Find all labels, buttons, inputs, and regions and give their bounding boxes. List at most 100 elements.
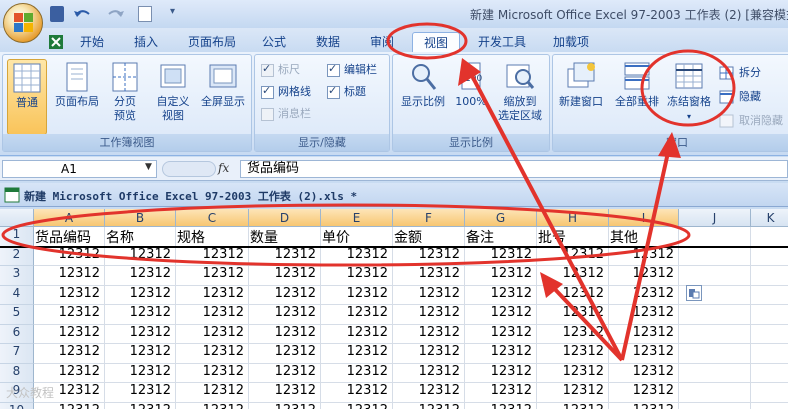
table-cell[interactable] [751,286,788,305]
table-cell[interactable]: 12312 [537,383,609,403]
header-cell[interactable]: 单价 [321,227,393,247]
row-header[interactable]: 10 [0,402,34,409]
table-cell[interactable]: 12312 [321,344,393,364]
row-header[interactable]: 1 [0,227,34,247]
table-cell[interactable] [679,305,751,325]
page-layout-view-button[interactable]: 页面布局 [51,61,103,109]
table-cell[interactable]: 12312 [176,285,249,305]
table-cell[interactable]: 12312 [465,383,537,403]
select-all-corner[interactable] [0,209,34,227]
table-cell[interactable]: 12312 [393,285,465,305]
save-icon[interactable] [50,6,64,22]
table-cell[interactable]: 12312 [321,324,393,344]
table-cell[interactable]: 12312 [537,285,609,305]
table-cell[interactable]: 12312 [537,402,609,409]
table-cell[interactable] [751,266,788,286]
table-cell[interactable] [751,325,788,344]
table-cell[interactable]: 12312 [321,383,393,403]
formula-bar-checkbox[interactable]: 编辑栏 [327,62,377,77]
table-cell[interactable]: 12312 [537,363,609,383]
table-cell[interactable]: 12312 [34,324,105,344]
table-cell[interactable]: 12312 [34,285,105,305]
tab-data[interactable]: 数据 [308,32,348,52]
formula-input[interactable]: 货品编码 [240,160,788,178]
row-header[interactable]: 7 [0,344,34,364]
page-break-preview-button[interactable]: 分页 预览 [107,61,143,123]
custom-views-button[interactable]: 自定义 视图 [153,61,193,123]
table-cell[interactable]: 12312 [465,285,537,305]
table-cell[interactable] [679,363,751,383]
table-cell[interactable]: 12312 [321,305,393,325]
header-cell[interactable]: 批号 [537,227,609,247]
column-header[interactable]: F [393,209,465,227]
table-cell[interactable]: 12312 [393,246,465,266]
table-cell[interactable]: 12312 [34,402,105,409]
redo-icon[interactable] [104,6,126,22]
table-cell[interactable]: 12312 [465,246,537,266]
column-header[interactable]: B [105,209,176,227]
table-cell[interactable]: 12312 [537,266,609,286]
tab-addins[interactable]: 加载项 [546,32,596,52]
table-cell[interactable]: 12312 [249,285,321,305]
table-cell[interactable]: 12312 [609,383,679,403]
table-cell[interactable]: 12312 [537,246,609,266]
column-header[interactable]: G [465,209,537,227]
header-cell[interactable]: 金额 [393,227,465,247]
table-cell[interactable]: 12312 [105,246,176,266]
header-cell[interactable]: 规格 [176,227,249,247]
row-header[interactable]: 4 [0,285,34,305]
table-cell[interactable] [679,344,751,364]
table-cell[interactable] [751,403,788,409]
table-cell[interactable]: 12312 [393,344,465,364]
table-cell[interactable]: 12312 [249,305,321,325]
table-cell[interactable]: 12312 [34,344,105,364]
spreadsheet-grid[interactable]: ABCDEFGHIJK 12345678910 货品编码名称规格数量单价金额备注… [0,209,788,409]
table-cell[interactable]: 12312 [609,363,679,383]
table-cell[interactable]: 12312 [465,266,537,286]
table-cell[interactable]: 12312 [249,324,321,344]
column-header[interactable]: K [751,209,788,227]
table-cell[interactable]: 12312 [249,246,321,266]
header-cell[interactable]: 名称 [105,227,176,247]
tab-developer[interactable]: 开发工具 [470,32,534,52]
table-cell[interactable]: 12312 [249,363,321,383]
table-cell[interactable]: 12312 [465,344,537,364]
table-cell[interactable]: 12312 [176,305,249,325]
column-header[interactable]: I [609,209,679,227]
table-cell[interactable]: 12312 [176,266,249,286]
table-cell[interactable]: 12312 [321,402,393,409]
row-header[interactable]: 5 [0,305,34,325]
header-cell[interactable]: 备注 [465,227,537,247]
table-cell[interactable]: 12312 [465,402,537,409]
qat-customize-icon[interactable]: ▾ [170,6,180,22]
column-header[interactable]: A [34,209,105,227]
table-cell[interactable] [679,402,751,409]
zoom-button[interactable]: 显示比例 [397,61,449,109]
formula-divider-handle[interactable] [162,161,216,177]
table-cell[interactable]: 12312 [34,266,105,286]
hide-button[interactable]: 隐藏 [719,89,761,105]
table-cell[interactable]: 12312 [321,266,393,286]
table-cell[interactable]: 12312 [105,344,176,364]
undo-icon[interactable] [72,6,94,22]
name-box-dropdown-icon[interactable]: ▼ [145,162,152,172]
column-header[interactable]: J [679,209,751,227]
table-cell[interactable]: 12312 [105,402,176,409]
table-cell[interactable]: 12312 [176,363,249,383]
table-cell[interactable]: 12312 [609,266,679,286]
insert-function-icon[interactable]: fx [218,161,229,175]
table-cell[interactable] [751,344,788,364]
table-cell[interactable]: 12312 [609,402,679,409]
row-header[interactable]: 8 [0,363,34,383]
table-cell[interactable]: 12312 [105,363,176,383]
table-cell[interactable]: 12312 [537,324,609,344]
table-cell[interactable]: 12312 [249,383,321,403]
header-cell[interactable]: 其他 [609,227,679,247]
table-cell[interactable]: 12312 [176,324,249,344]
table-cell[interactable]: 12312 [393,266,465,286]
table-cell[interactable]: 12312 [465,363,537,383]
table-cell[interactable]: 12312 [105,305,176,325]
table-cell[interactable]: 12312 [537,344,609,364]
row-header[interactable]: 6 [0,324,34,344]
table-cell[interactable]: 12312 [465,305,537,325]
